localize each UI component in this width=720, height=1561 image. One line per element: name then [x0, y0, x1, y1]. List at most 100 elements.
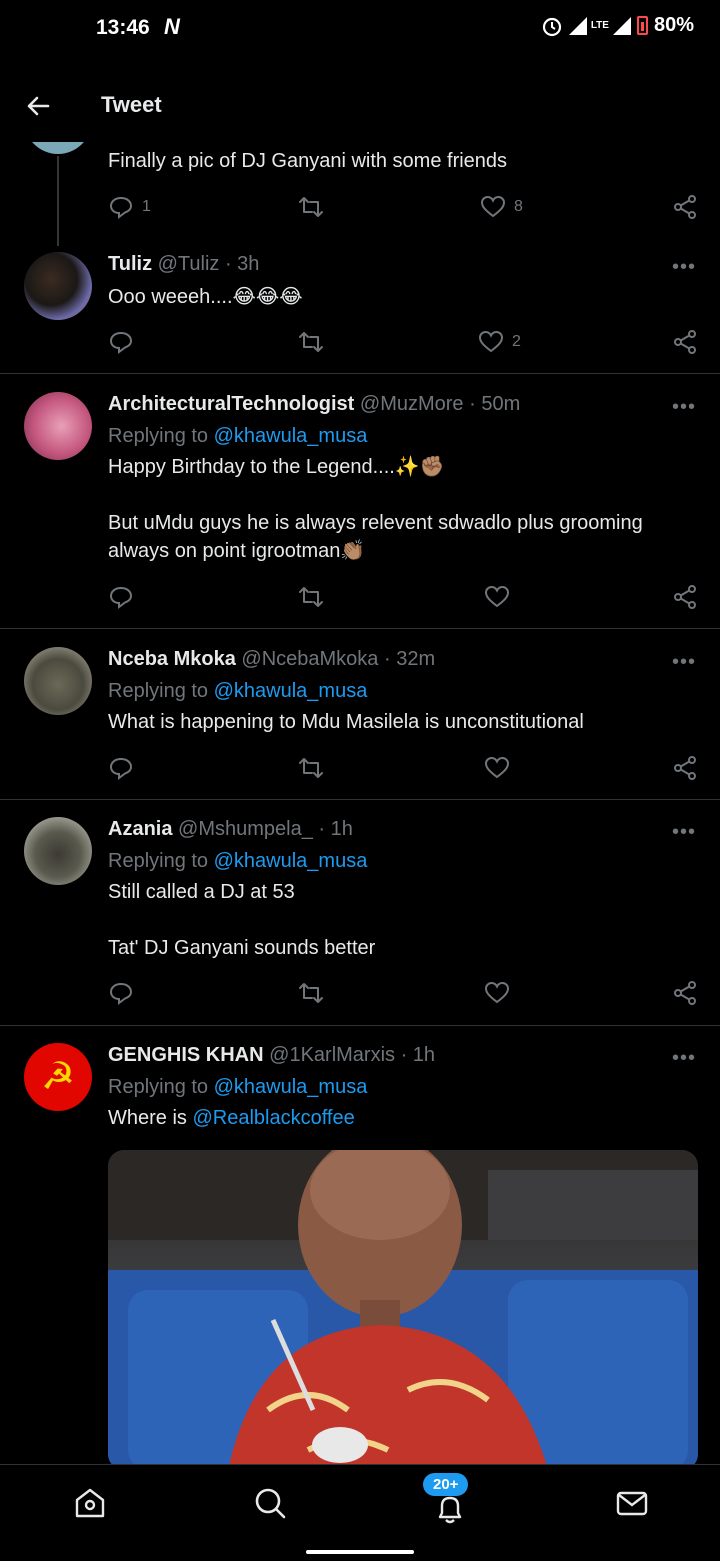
avatar[interactable] — [24, 252, 92, 320]
handle-and-time: @MuzMore · 50m — [359, 393, 521, 415]
heart-icon — [484, 585, 510, 608]
heart-icon — [480, 195, 506, 218]
tweet-media-image[interactable] — [108, 1150, 698, 1470]
avatar[interactable] — [24, 392, 92, 460]
retweet-icon — [299, 332, 323, 352]
alarm-icon — [542, 17, 561, 36]
messages-envelope-icon[interactable] — [614, 1485, 650, 1521]
home-icon[interactable] — [72, 1485, 108, 1521]
reply-icon — [109, 757, 133, 780]
display-name[interactable]: GENGHIS KHAN — [108, 1044, 264, 1066]
retweet-icon — [299, 758, 323, 778]
replying-to: Replying to @khawula_musa — [108, 1076, 368, 1098]
signal-icon-2 — [612, 16, 631, 35]
tweet-author: Nceba Mkoka @NcebaMkoka · 32m — [108, 648, 435, 671]
retweet-button[interactable] — [298, 980, 324, 1006]
reply-button[interactable] — [108, 755, 134, 781]
reply-button[interactable] — [108, 584, 134, 610]
more-options-button[interactable]: ••• — [672, 396, 696, 419]
replying-to: Replying to @khawula_musa — [108, 850, 368, 872]
battery-icon — [636, 16, 648, 35]
share-button[interactable] — [672, 755, 698, 781]
tweet-text: Still called a DJ at 53 — [108, 881, 295, 903]
avatar[interactable] — [24, 817, 92, 885]
display-name[interactable]: Tuliz — [108, 253, 152, 275]
heart-icon — [484, 756, 510, 779]
tweet-text: What is happening to Mdu Masilela is unc… — [108, 711, 584, 733]
like-count: 2 — [512, 333, 521, 350]
reply-button[interactable] — [108, 329, 134, 355]
share-button[interactable] — [672, 584, 698, 610]
tweet-text: Happy Birthday to the Legend....✨✊🏽 — [108, 456, 445, 478]
handle-and-time: @Mshumpela_ · 1h — [178, 818, 353, 840]
gesture-home-bar[interactable] — [306, 1550, 414, 1554]
heart-icon — [484, 981, 510, 1004]
reply-button[interactable] — [108, 980, 134, 1006]
search-icon[interactable] — [252, 1485, 288, 1521]
reply-icon — [109, 196, 133, 219]
like-button[interactable]: 2 — [478, 329, 521, 355]
mention-link[interactable]: @khawula_musa — [214, 1076, 368, 1098]
page-title: Tweet — [101, 92, 162, 117]
more-options-button[interactable]: ••• — [672, 1047, 696, 1070]
retweet-icon — [299, 983, 323, 1003]
hammer-sickle-icon: ☭ — [40, 1056, 76, 1098]
share-icon — [674, 981, 696, 1005]
reply-button[interactable]: 1 — [108, 194, 151, 220]
handle-and-time: @1KarlMarxis · 1h — [269, 1044, 436, 1066]
like-button[interactable]: 8 — [480, 194, 523, 220]
mention-link[interactable]: @khawula_musa — [214, 850, 368, 872]
avatar[interactable]: ☭ — [24, 1043, 92, 1111]
top-header: Tweet — [0, 70, 720, 142]
divider — [0, 628, 720, 629]
handle-and-time: @Tuliz · 3h — [157, 253, 260, 275]
heart-icon — [478, 330, 504, 353]
tweet-actions: 1 8 — [108, 194, 700, 224]
share-button[interactable] — [672, 329, 698, 355]
more-options-button[interactable]: ••• — [672, 821, 696, 844]
thread-line — [57, 156, 59, 246]
divider — [0, 373, 720, 374]
retweet-button[interactable] — [298, 329, 324, 355]
like-button[interactable] — [484, 980, 510, 1006]
mention-link[interactable]: @khawula_musa — [214, 680, 368, 702]
avatar[interactable] — [24, 647, 92, 715]
tweet-text: Ooo weeeh....😂😂😂 — [108, 286, 303, 308]
photo-illustration — [108, 1150, 698, 1470]
bottom-navigation: 20+ — [0, 1464, 720, 1561]
share-button[interactable] — [672, 980, 698, 1006]
mention-link[interactable]: @khawula_musa — [214, 425, 368, 447]
more-options-button[interactable]: ••• — [672, 651, 696, 674]
notifications-badge: 20+ — [423, 1473, 469, 1496]
notifications-bell-icon[interactable] — [432, 1491, 468, 1527]
share-icon — [674, 756, 696, 780]
retweet-button[interactable] — [298, 194, 324, 220]
share-icon — [674, 585, 696, 609]
retweet-icon — [299, 197, 323, 217]
tweet-author: ArchitecturalTechnologist @MuzMore · 50m — [108, 393, 520, 416]
tweet-author: Azania @Mshumpela_ · 1h — [108, 818, 353, 841]
tweet-text: But uMdu guys he is always relevent sdwa… — [108, 512, 643, 562]
tweet-actions — [108, 584, 700, 614]
more-options-button[interactable]: ••• — [672, 256, 696, 279]
display-name[interactable]: Azania — [108, 818, 172, 840]
mention-link[interactable]: @Realblackcoffee — [192, 1107, 354, 1129]
replying-to: Replying to @khawula_musa — [108, 425, 368, 447]
handle-and-time: @NcebaMkoka · 32m — [241, 648, 436, 670]
tweet-text: Finally a pic of DJ Ganyani with some fr… — [108, 150, 508, 172]
display-name[interactable]: Nceba Mkoka — [108, 648, 236, 670]
like-button[interactable] — [484, 755, 510, 781]
display-name[interactable]: ArchitecturalTechnologist — [108, 393, 354, 415]
retweet-button[interactable] — [298, 755, 324, 781]
retweet-button[interactable] — [298, 584, 324, 610]
like-button[interactable] — [484, 584, 510, 610]
divider — [0, 799, 720, 800]
reply-count: 1 — [142, 198, 151, 215]
status-time: 13:46 — [96, 16, 150, 39]
reply-icon — [109, 331, 133, 354]
share-button[interactable] — [672, 194, 698, 220]
tweet-author: Tuliz @Tuliz · 3h — [108, 253, 259, 276]
tweet-text: Tat' DJ Ganyani sounds better — [108, 937, 376, 959]
reply-icon — [109, 586, 133, 609]
back-arrow-icon[interactable] — [22, 90, 54, 122]
